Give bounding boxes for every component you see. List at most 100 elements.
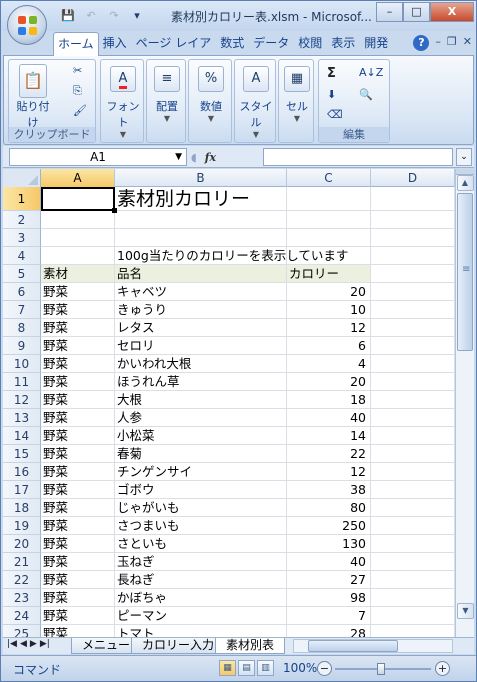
tab-2[interactable]: ページ レイア (132, 32, 217, 56)
row-header[interactable]: 2 (3, 211, 41, 229)
calorie-cell[interactable]: 20 (287, 373, 371, 391)
row-header[interactable]: 23 (3, 589, 41, 607)
cell[interactable] (371, 337, 455, 355)
tab-6[interactable]: 表示 (327, 32, 360, 56)
next-sheet-icon[interactable]: ▶ (30, 639, 37, 649)
sheet-tab-2[interactable]: 素材別表 (215, 638, 286, 654)
category-cell[interactable]: 野菜 (41, 373, 115, 391)
font-button[interactable]: A フォント ▼ (103, 66, 143, 139)
calorie-cell[interactable]: 12 (287, 463, 371, 481)
normal-view-icon[interactable]: ▦ (219, 660, 236, 676)
minimize-workbook-icon[interactable]: – (435, 35, 441, 51)
zoom-level[interactable]: 100% (283, 661, 317, 675)
category-cell[interactable]: 野菜 (41, 571, 115, 589)
item-cell[interactable]: 長ねぎ (115, 571, 287, 589)
category-cell[interactable]: 野菜 (41, 391, 115, 409)
category-cell[interactable]: 野菜 (41, 517, 115, 535)
cell[interactable] (371, 625, 455, 637)
cell[interactable] (371, 409, 455, 427)
tab-7[interactable]: 開発 (360, 32, 393, 56)
item-cell[interactable]: 玉ねぎ (115, 553, 287, 571)
category-cell[interactable]: 野菜 (41, 283, 115, 301)
row-header[interactable]: 5 (3, 265, 41, 283)
sheet-tab-1[interactable]: カロリー入力 (131, 638, 226, 654)
item-cell[interactable]: キャベツ (115, 283, 287, 301)
category-cell[interactable]: 野菜 (41, 355, 115, 373)
cell[interactable] (115, 229, 287, 247)
category-cell[interactable]: 野菜 (41, 607, 115, 625)
name-box[interactable]: A1 ▼ (9, 148, 187, 166)
last-sheet-icon[interactable]: ▶| (40, 639, 50, 649)
item-cell[interactable]: トマト (115, 625, 287, 637)
cell[interactable] (41, 247, 115, 265)
cell[interactable] (287, 247, 371, 265)
row-header[interactable]: 4 (3, 247, 41, 265)
item-cell[interactable]: かぼちゃ (115, 589, 287, 607)
item-cell[interactable]: ピーマン (115, 607, 287, 625)
calorie-cell[interactable]: 18 (287, 391, 371, 409)
cell[interactable] (41, 211, 115, 229)
cell[interactable] (371, 481, 455, 499)
row-header[interactable]: 3 (3, 229, 41, 247)
help-icon[interactable]: ? (413, 35, 430, 51)
item-cell[interactable]: じゃがいも (115, 499, 287, 517)
calorie-cell[interactable]: 27 (287, 571, 371, 589)
column-header-a[interactable]: A (41, 169, 115, 187)
clear-icon[interactable]: ⌫ (327, 108, 343, 121)
category-cell[interactable]: 野菜 (41, 463, 115, 481)
item-cell[interactable]: ゴボウ (115, 481, 287, 499)
close-workbook-icon[interactable]: ✕ (463, 35, 472, 51)
cell[interactable] (371, 499, 455, 517)
row-header[interactable]: 6 (3, 283, 41, 301)
row-header[interactable]: 12 (3, 391, 41, 409)
tab-5[interactable]: 校閲 (294, 32, 327, 56)
cell[interactable] (371, 607, 455, 625)
cell[interactable] (371, 355, 455, 373)
fill-icon[interactable]: ⬇ (327, 88, 336, 101)
item-cell[interactable]: セロリ (115, 337, 287, 355)
cell[interactable] (371, 373, 455, 391)
calorie-cell[interactable]: 7 (287, 607, 371, 625)
scroll-down-icon[interactable]: ▼ (457, 603, 474, 619)
calorie-cell[interactable]: 40 (287, 553, 371, 571)
expand-formula-bar-icon[interactable]: ⌄ (456, 148, 472, 166)
calorie-cell[interactable]: 22 (287, 445, 371, 463)
zoom-in-icon[interactable]: + (435, 661, 450, 676)
category-cell[interactable]: 野菜 (41, 553, 115, 571)
item-cell[interactable]: ほうれん草 (115, 373, 287, 391)
category-cell[interactable]: 野菜 (41, 481, 115, 499)
row-header[interactable]: 10 (3, 355, 41, 373)
calorie-cell[interactable]: 130 (287, 535, 371, 553)
row-header[interactable]: 17 (3, 481, 41, 499)
calorie-cell[interactable]: 38 (287, 481, 371, 499)
note-cell[interactable]: 100g当たりのカロリーを表示しています (115, 247, 348, 265)
column-header-b[interactable]: B (115, 169, 287, 187)
row-header[interactable]: 25 (3, 625, 41, 637)
column-header-c[interactable]: C (287, 169, 371, 187)
category-cell[interactable]: 野菜 (41, 589, 115, 607)
horizontal-scroll-thumb[interactable] (308, 640, 398, 652)
calorie-cell[interactable]: 250 (287, 517, 371, 535)
horizontal-scrollbar[interactable] (293, 639, 453, 653)
column-header-d[interactable]: D (371, 169, 455, 187)
row-header[interactable]: 20 (3, 535, 41, 553)
number-button[interactable]: % 数値 ▼ (191, 66, 231, 123)
cell[interactable] (371, 283, 455, 301)
item-cell[interactable]: 大根 (115, 391, 287, 409)
category-cell[interactable]: 野菜 (41, 319, 115, 337)
item-cell[interactable]: さつまいも (115, 517, 287, 535)
calorie-cell[interactable]: 6 (287, 337, 371, 355)
cell[interactable] (371, 319, 455, 337)
cell[interactable] (371, 301, 455, 319)
first-sheet-icon[interactable]: |◀ (7, 639, 17, 649)
cells-button[interactable]: ▦ セル ▼ (280, 66, 314, 123)
category-cell[interactable]: 野菜 (41, 337, 115, 355)
cell[interactable] (371, 187, 455, 211)
row-header[interactable]: 22 (3, 571, 41, 589)
cut-icon[interactable]: ✂ (73, 64, 82, 77)
row-header[interactable]: 11 (3, 373, 41, 391)
cell[interactable] (371, 265, 455, 283)
row-header[interactable]: 21 (3, 553, 41, 571)
header-category[interactable]: 素材 (41, 265, 115, 283)
calorie-cell[interactable]: 40 (287, 409, 371, 427)
